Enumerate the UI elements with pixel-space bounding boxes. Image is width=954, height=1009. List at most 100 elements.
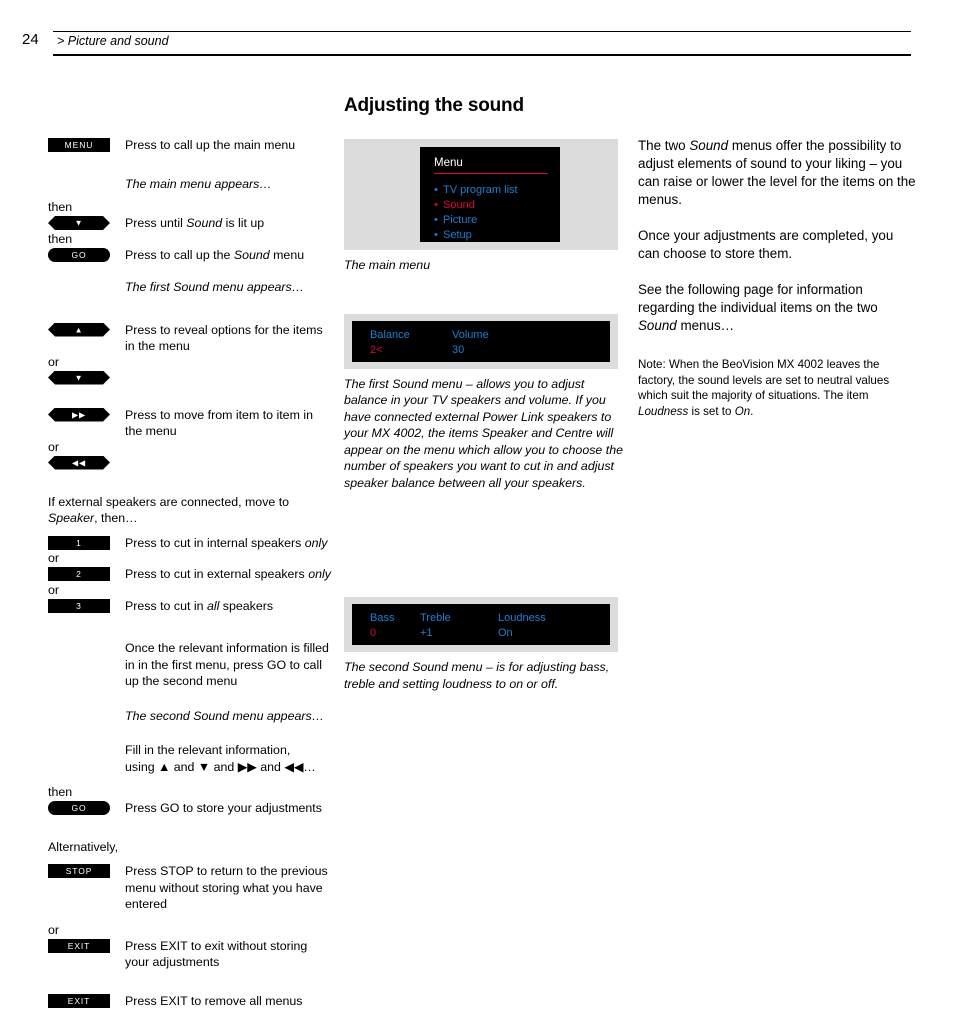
intro-paragraph-2: Once your adjustments are completed, you… xyxy=(638,227,918,263)
speaker-1-em: only xyxy=(305,536,328,550)
remote-key-exit-2[interactable]: EXIT xyxy=(48,994,110,1008)
remote-key-exit-2-cell: EXIT xyxy=(48,993,125,1008)
remote-key-1-cell: 1 xyxy=(48,535,125,550)
remote-key-2-cell: 2 xyxy=(48,566,125,581)
arrow-forward-icon: ▶▶ xyxy=(72,408,86,422)
remote-key-arrow-down-2[interactable]: ▼ xyxy=(48,371,110,385)
speaker-intro: If external speakers are connected, move… xyxy=(48,494,333,527)
second-menu-instruction-row: Once the relevant information is filled … xyxy=(48,640,333,690)
label-treble: Treble xyxy=(420,611,498,626)
p3-a: See the following page for information r… xyxy=(638,282,878,315)
value-treble[interactable]: +1 xyxy=(420,626,498,641)
connector-then-3: then xyxy=(48,785,333,800)
speaker-intro-em: Speaker xyxy=(48,511,94,525)
page-number: 24 xyxy=(22,31,39,48)
tv-menu-item-setup[interactable]: •Setup xyxy=(434,228,560,243)
remote-key-go-2[interactable]: GO xyxy=(48,801,110,815)
remote-key-arrow-down[interactable]: ▼ xyxy=(48,216,110,230)
step-menu: MENU Press to call up the main menu xyxy=(48,137,333,154)
breadcrumb: > Picture and sound xyxy=(57,34,169,48)
speaker-3-em: all xyxy=(207,599,219,613)
note-a: Note: When the BeoVision MX 4002 leaves … xyxy=(638,358,889,402)
speaker-2-em: only xyxy=(308,567,331,581)
tv-screen-main-menu: Menu •TV program list •Sound •Picture •S… xyxy=(420,147,560,242)
connector-or-1: or xyxy=(48,355,333,370)
arrow-down-icon: ▼ xyxy=(75,217,84,231)
note-main-menu-appears-text: The main menu appears… xyxy=(125,176,333,193)
bullet-icon: • xyxy=(434,228,443,243)
remote-key-arrow-back[interactable]: ◀◀ xyxy=(48,456,110,470)
remote-key-forward-cell: ▶▶ xyxy=(48,407,125,422)
tv-menu-item-picture[interactable]: •Picture xyxy=(434,213,560,228)
second-sound-labels-row: Bass Treble Loudness xyxy=(370,611,610,626)
instructions-column: MENU Press to call up the main menu The … xyxy=(48,137,333,1009)
remote-key-arrow-forward[interactable]: ▶▶ xyxy=(48,408,110,422)
remote-key-arrow-up[interactable]: ▲ xyxy=(48,323,110,337)
header-rule-bottom xyxy=(53,54,911,56)
remote-key-3[interactable]: 3 xyxy=(48,599,110,613)
remote-key-up-cell: ▲ xyxy=(48,322,125,337)
p3-em: Sound xyxy=(638,318,677,333)
tv-menu-item-sound[interactable]: •Sound xyxy=(434,198,560,213)
step-up-arrow-text: Press to reveal options for the items in… xyxy=(125,322,333,355)
remote-key-exit-1[interactable]: EXIT xyxy=(48,939,110,953)
step-stop: STOP Press STOP to return to the previou… xyxy=(48,863,333,913)
remote-key-back-cell: ◀◀ xyxy=(48,455,125,470)
intro-paragraph-1: The two Sound menus offer the possibilit… xyxy=(638,137,918,209)
remote-key-2[interactable]: 2 xyxy=(48,567,110,581)
tv-screen-first-sound: Balance Volume 2< 30 xyxy=(352,321,610,362)
bullet-icon: • xyxy=(434,183,443,198)
page-header: 24 > Picture and sound xyxy=(0,28,954,62)
speaker-intro-line1: If external speakers are connected, move… xyxy=(48,495,289,509)
first-sound-menu-illustration: Balance Volume 2< 30 xyxy=(344,314,618,369)
remote-key-menu[interactable]: MENU xyxy=(48,138,110,152)
note-first-sound-menu-appears: The first Sound menu appears… xyxy=(48,279,333,296)
first-sound-menu-caption: The first Sound menu – allows you to adj… xyxy=(344,376,629,492)
spacer-cell xyxy=(48,640,125,641)
remote-key-stop[interactable]: STOP xyxy=(48,864,110,878)
note-b: is set to xyxy=(688,405,734,418)
step-go-1-text: Press to call up the Sound menu xyxy=(125,247,333,264)
label-volume: Volume xyxy=(452,328,542,343)
step-go-2-text: Press GO to store your adjustments xyxy=(125,800,333,817)
spacer-cell xyxy=(48,176,125,177)
remote-key-stop-cell: STOP xyxy=(48,863,125,878)
step-go-1: GO Press to call up the Sound menu xyxy=(48,247,333,264)
speaker-2-before: Press to cut in external speakers xyxy=(125,567,308,581)
speaker-intro-rest: , then… xyxy=(94,511,137,525)
note-paragraph: Note: When the BeoVision MX 4002 leaves … xyxy=(638,357,918,419)
fill-in-line1: Fill in the relevant information, xyxy=(125,743,290,757)
step-exit-2: EXIT Press EXIT to remove all menus xyxy=(48,993,333,1009)
intro-paragraph-3: See the following page for information r… xyxy=(638,281,918,335)
remote-key-go-cell: GO xyxy=(48,247,125,262)
value-bass[interactable]: 0 xyxy=(370,626,420,641)
step-exit-2-text: Press EXIT to remove all menus xyxy=(125,993,333,1009)
remote-key-go[interactable]: GO xyxy=(48,248,110,262)
note-em-loudness: Loudness xyxy=(638,405,688,418)
speaker-3-after: speakers xyxy=(219,599,273,613)
alternatively-label: Alternatively, xyxy=(48,839,333,856)
bullet-icon: • xyxy=(434,213,443,228)
main-menu-caption: The main menu xyxy=(344,257,629,274)
connector-then-2: then xyxy=(48,232,333,247)
em-sound-2: Sound xyxy=(234,248,270,262)
value-balance[interactable]: 2< xyxy=(370,343,452,358)
second-sound-menu-caption: The second Sound menu – is for adjusting… xyxy=(344,659,629,692)
value-loudness[interactable]: On xyxy=(498,626,578,641)
remote-key-1[interactable]: 1 xyxy=(48,536,110,550)
note-main-menu-appears: The main menu appears… xyxy=(48,176,333,193)
remote-key-menu-cell: MENU xyxy=(48,137,125,152)
value-volume[interactable]: 30 xyxy=(452,343,542,358)
em-sound-1: Sound xyxy=(186,216,222,230)
tv-menu-item-tv-program-list[interactable]: •TV program list xyxy=(434,183,560,198)
fill-in-line2: using ▲ and ▼ and ▶▶ and ◀◀… xyxy=(125,760,316,774)
second-menu-note-row: The second Sound menu appears… xyxy=(48,708,333,725)
tv-menu-title: Menu xyxy=(434,156,560,170)
connector-or-3: or xyxy=(48,551,333,566)
page-title: Adjusting the sound xyxy=(344,95,629,117)
step-down-arrow-text: Press until Sound is lit up xyxy=(125,215,333,232)
label-bass: Bass xyxy=(370,611,420,626)
step-menu-text: Press to call up the main menu xyxy=(125,137,333,154)
speaker-1-before: Press to cut in internal speakers xyxy=(125,536,305,550)
illustrations-column: Adjusting the sound Menu •TV program lis… xyxy=(344,95,629,692)
